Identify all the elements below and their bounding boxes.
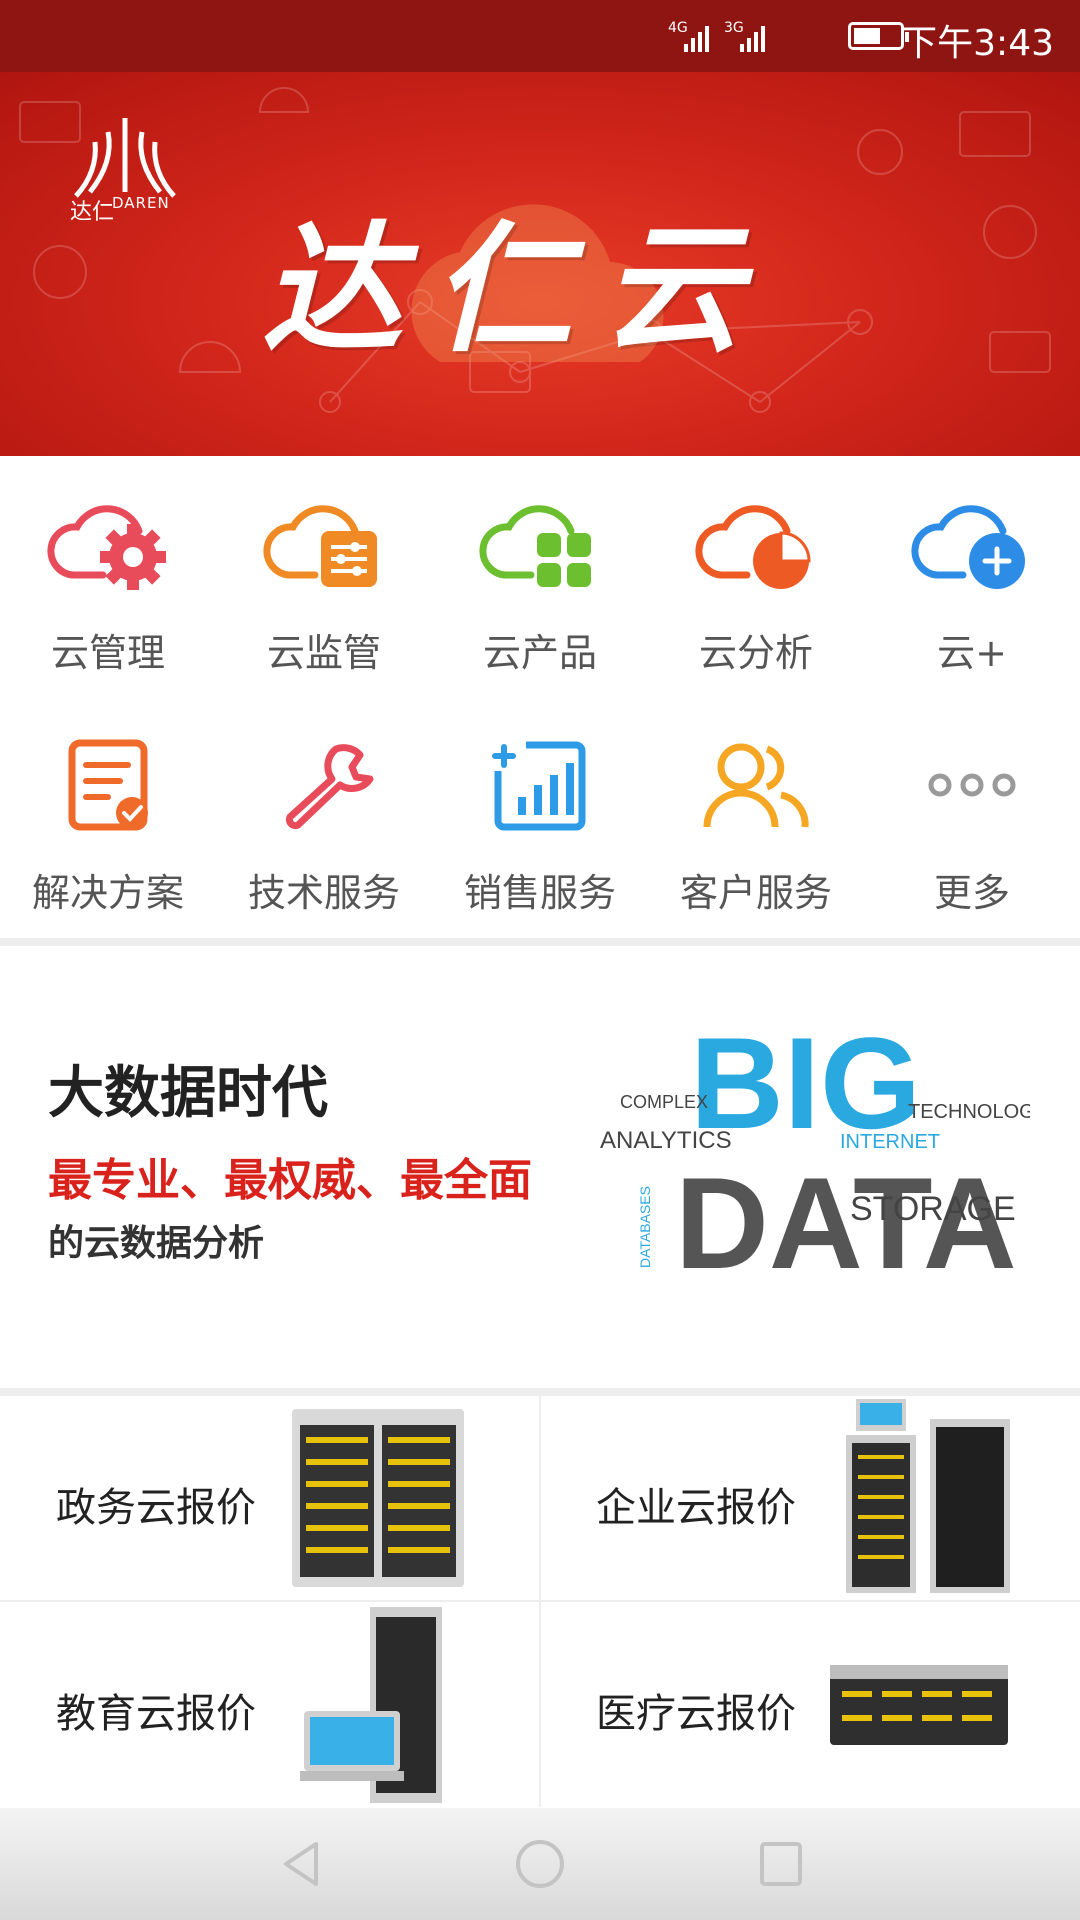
tile-enterprise-cloud-quote[interactable]: 企业云报价 <box>540 1395 1080 1601</box>
menu-label: 云产品 <box>482 631 597 675</box>
cloud-gear-icon <box>43 490 173 600</box>
banner-title: 达仁云 <box>262 208 773 372</box>
recent-apps-icon[interactable] <box>756 1838 806 1890</box>
tile-medical-cloud-quote[interactable]: 医疗云报价 <box>540 1601 1080 1807</box>
svg-text:TECHNOLOGIES: TECHNOLOGIES <box>908 1101 1030 1123</box>
logo-en-text: DAREN <box>112 194 170 212</box>
document-check-icon <box>43 730 173 840</box>
menu-label: 销售服务 <box>463 871 616 915</box>
menu-label: 更多 <box>933 871 1010 915</box>
section-divider <box>0 938 1080 946</box>
menu-item-customer-service[interactable]: 客户服务 <box>648 730 864 917</box>
menu-label: 云管理 <box>50 631 165 675</box>
tile-gov-cloud-quote[interactable]: 政务云报价 <box>0 1395 540 1601</box>
signal-4g-icon: 4G <box>668 18 718 58</box>
system-nav-bar <box>0 1808 1080 1920</box>
big-data-word-cloud-image: BIG DATA ANALYTICS STORAGE TECHNOLOGIES … <box>600 1010 1030 1296</box>
server-rack-image <box>292 1409 464 1587</box>
menu-item-cloud-product[interactable]: 云产品 <box>432 490 648 677</box>
menu-item-solutions[interactable]: 解决方案 <box>0 730 216 917</box>
server-tower-image <box>846 1399 1010 1593</box>
menu-item-cloud-manage[interactable]: 云管理 <box>0 490 216 677</box>
logo-cn-text: 达仁 <box>70 200 115 225</box>
menu-item-tech-service[interactable]: 技术服务 <box>216 730 432 917</box>
menu-row-cloud: 云管理 云监管 云产品 云分析 云+ <box>0 490 1080 677</box>
wrench-icon <box>259 730 389 840</box>
menu-label: 云分析 <box>698 631 813 675</box>
svg-text:4G: 4G <box>668 20 688 36</box>
promo-highlight: 最专业、最权威、最全面 <box>48 1155 532 1206</box>
cloud-plus-icon <box>907 490 1037 600</box>
home-icon[interactable] <box>514 1838 566 1890</box>
more-dots-icon <box>907 730 1037 840</box>
quote-tiles: 政务云报价 企业云报价 教育云报价 医疗云报价 <box>0 1395 1080 1807</box>
battery-icon <box>848 22 909 50</box>
svg-text:3G: 3G <box>724 20 744 36</box>
daren-logo-icon <box>74 118 176 198</box>
svg-text:INTERNET: INTERNET <box>840 1131 940 1153</box>
menu-row-services: 解决方案 技术服务 销售服务 客户服务 更多 <box>0 730 1080 917</box>
bar-chart-icon <box>475 730 605 840</box>
big-data-promo[interactable]: 大数据时代 最专业、最权威、最全面 的云数据分析 BIG DATA ANALYT… <box>0 948 1080 1388</box>
cloud-sliders-icon <box>259 490 389 600</box>
back-icon[interactable] <box>276 1838 326 1890</box>
tile-label: 政务云报价 <box>56 1485 256 1531</box>
menu-label: 解决方案 <box>31 871 184 915</box>
tile-label: 企业云报价 <box>596 1485 796 1531</box>
promo-heading: 大数据时代 <box>48 1061 328 1126</box>
users-icon <box>691 730 821 840</box>
cloud-pie-icon <box>691 490 821 600</box>
tile-edu-cloud-quote[interactable]: 教育云报价 <box>0 1601 540 1807</box>
tile-label: 医疗云报价 <box>596 1691 796 1737</box>
tile-divider-horizontal <box>0 1600 1080 1602</box>
svg-text:STORAGE: STORAGE <box>850 1190 1016 1228</box>
menu-label: 云+ <box>937 631 1007 675</box>
svg-text:COMPLEX: COMPLEX <box>620 1092 708 1112</box>
hero-banner[interactable]: 达仁 DAREN 达仁云 <box>0 72 1080 456</box>
menu-item-sales-service[interactable]: 销售服务 <box>432 730 648 917</box>
menu-item-cloud-supervise[interactable]: 云监管 <box>216 490 432 677</box>
svg-text:ANALYTICS: ANALYTICS <box>600 1127 732 1154</box>
status-bar: 4G 3G 下午3:43 <box>0 0 1080 72</box>
svg-text:DATABASES: DATABASES <box>637 1186 653 1268</box>
server-laptop-image <box>300 1607 442 1803</box>
menu-item-more[interactable]: 更多 <box>864 730 1080 917</box>
menu-item-cloud-plus[interactable]: 云+ <box>864 490 1080 677</box>
promo-subtitle: 的云数据分析 <box>48 1223 265 1264</box>
menu-label: 技术服务 <box>247 871 400 915</box>
cloud-grid-icon <box>475 490 605 600</box>
menu-item-cloud-analysis[interactable]: 云分析 <box>648 490 864 677</box>
menu-label: 云监管 <box>266 631 381 675</box>
tile-label: 教育云报价 <box>56 1691 256 1737</box>
signal-3g-icon: 3G <box>724 18 774 58</box>
status-time: 下午3:43 <box>901 23 1054 64</box>
rack-server-image <box>830 1665 1008 1745</box>
menu-label: 客户服务 <box>679 871 832 915</box>
